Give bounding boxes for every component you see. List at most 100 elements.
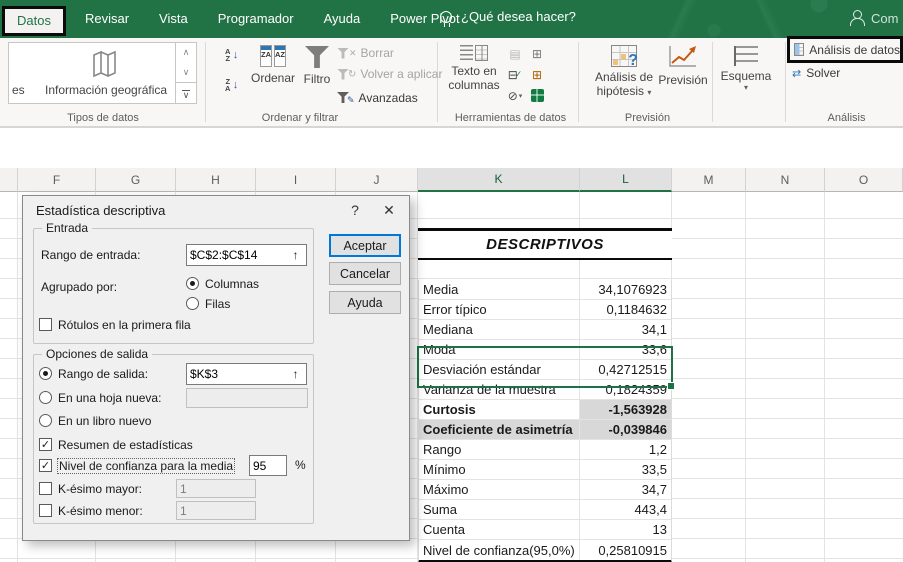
rows-radio-label[interactable]: Filas	[205, 297, 230, 311]
gallery-scroll-down-button[interactable]: ∨	[176, 63, 196, 83]
dialog-help-button[interactable]: ?	[346, 201, 364, 219]
stat-label: Mediana	[419, 320, 580, 339]
stat-row-6[interactable]: Curtosis -1,563928	[419, 400, 671, 420]
stat-row-5[interactable]: Varianza de la muestra 0,1824359	[419, 380, 671, 400]
text-to-columns-button[interactable]: Texto en columnas	[446, 43, 502, 92]
stat-label: Curtosis	[419, 400, 580, 419]
gallery-scrollbar: ∧ ∨ ∨	[175, 43, 196, 103]
new-workbook-radio[interactable]	[39, 414, 52, 427]
gridline	[17, 192, 18, 562]
tell-me-text[interactable]: ¿Qué desea hacer?	[461, 9, 576, 24]
consolidate-icon[interactable]: ⊞	[526, 64, 548, 85]
what-if-analysis-button[interactable]: ? Análisis de hipótesis ▾	[593, 43, 655, 98]
stat-row-11[interactable]: Suma 443,4	[419, 500, 671, 520]
column-header-O[interactable]: O	[825, 168, 903, 192]
solver-button[interactable]: ⇄ Solver	[792, 66, 840, 80]
gallery-more-button[interactable]: ∨	[176, 82, 196, 103]
cancel-button[interactable]: Cancelar	[329, 262, 401, 285]
summary-statistics-checkbox[interactable]: ✓	[39, 438, 52, 451]
person-plus-icon	[849, 10, 865, 26]
kth-smallest-checkbox[interactable]	[39, 504, 52, 517]
output-range-label[interactable]: Rango de salida:	[58, 367, 148, 381]
output-range-radio[interactable]	[39, 367, 52, 380]
clear-x-icon: ✕	[349, 47, 357, 58]
column-header-M[interactable]: M	[672, 168, 746, 192]
tab-ayuda[interactable]: Ayuda	[309, 0, 376, 38]
filter-button[interactable]: Filtro	[299, 43, 335, 86]
sort-dialog-icon: ZA AZ	[260, 45, 286, 67]
columns-radio-label[interactable]: Columnas	[205, 277, 259, 291]
tab-vista[interactable]: Vista	[144, 0, 203, 38]
input-range-picker-button[interactable]: ↑	[285, 244, 307, 266]
column-header-G[interactable]: G	[96, 168, 176, 192]
gallery-scroll-up-button[interactable]: ∧	[176, 43, 196, 63]
forecast-sheet-button[interactable]: Previsión	[656, 43, 710, 87]
data-model-icon[interactable]	[526, 85, 548, 106]
column-header-J[interactable]: J	[336, 168, 418, 192]
output-range-picker-button[interactable]: ↑	[285, 363, 307, 385]
stat-label: Varianza de la muestra	[419, 380, 580, 399]
column-header-K[interactable]: K	[418, 168, 580, 192]
input-range-field[interactable]	[186, 244, 286, 266]
tab-revisar[interactable]: Revisar	[70, 0, 144, 38]
pencil-icon: ✎	[347, 95, 355, 105]
gridline	[824, 192, 825, 562]
remove-duplicates-icon[interactable]: ⊞	[526, 43, 548, 64]
group-label-forecast: Previsión	[624, 112, 671, 124]
data-validation-icon[interactable]: ⊟ ✓	[504, 64, 526, 85]
geography-data-type[interactable]: es Información geográfica	[9, 43, 175, 103]
data-analysis-button[interactable]: Análisis de datos	[809, 43, 900, 57]
labels-first-row-label[interactable]: Rótulos en la primera fila	[58, 318, 191, 332]
output-range-field[interactable]	[186, 363, 286, 385]
new-workbook-label[interactable]: En un libro nuevo	[58, 414, 151, 428]
stat-row-0[interactable]: Media 34,1076923	[419, 280, 671, 300]
stat-row-8[interactable]: Rango 1,2	[419, 440, 671, 460]
sort-descending-button[interactable]: ZA ↓	[220, 74, 242, 96]
stat-row-2[interactable]: Mediana 34,1	[419, 320, 671, 340]
rows-radio[interactable]	[186, 297, 199, 310]
kth-largest-label[interactable]: K-ésimo mayor:	[58, 482, 142, 496]
confidence-level-checkbox[interactable]: ✓	[39, 459, 52, 472]
data-validation-dropdown[interactable]: ⊘ ▾	[504, 85, 526, 106]
kth-smallest-label[interactable]: K-ésimo menor:	[58, 504, 143, 518]
new-sheet-label[interactable]: En una hoja nueva:	[58, 391, 161, 405]
dialog-close-button[interactable]: ✕	[379, 200, 399, 220]
outline-button[interactable]: Esquema ▾	[718, 43, 774, 92]
ok-button[interactable]: Aceptar	[329, 234, 401, 257]
stat-row-4[interactable]: Desviación estándar 0,42712515	[419, 360, 671, 380]
stat-row-12[interactable]: Cuenta 13	[419, 520, 671, 540]
labels-first-row-checkbox[interactable]	[39, 318, 52, 331]
tab-programador[interactable]: Programador	[203, 0, 309, 38]
stat-row-1[interactable]: Error típico 0,1184632	[419, 300, 671, 320]
column-header-H[interactable]: H	[176, 168, 256, 192]
new-sheet-radio[interactable]	[39, 391, 52, 404]
help-button[interactable]: Ayuda	[329, 291, 401, 314]
column-header-I[interactable]: I	[256, 168, 336, 192]
excel-window: Datos Revisar Vista Programador Ayuda Power P…	[0, 0, 903, 562]
group-divider	[785, 42, 786, 122]
ribbon-tab-bar: Datos Revisar Vista Programador Ayuda Power P…	[0, 0, 903, 38]
sort-ascending-button[interactable]: AZ ↓	[220, 44, 242, 66]
kth-largest-checkbox[interactable]	[39, 482, 52, 495]
stat-row-9[interactable]: Mínimo 33,5	[419, 460, 671, 480]
confidence-level-label[interactable]: Nivel de confianza para la media	[57, 458, 236, 477]
column-header-L[interactable]: L	[580, 168, 672, 192]
columns-radio[interactable]	[186, 277, 199, 290]
advanced-filter-button[interactable]: ✎ Avanzadas	[337, 89, 418, 106]
stat-row-10[interactable]: Máximo 34,7	[419, 480, 671, 500]
stat-row-3[interactable]: Moda 33,6	[419, 340, 671, 360]
empty-row[interactable]	[418, 260, 672, 280]
tell-me-box[interactable]: ¿Qué desea hacer?	[440, 9, 576, 27]
table-title-cell[interactable]: DESCRIPTIVOS	[418, 228, 672, 260]
stat-row-7[interactable]: Coeficiente de asimetría -0,039846	[419, 420, 671, 440]
share-button[interactable]: Com	[849, 10, 903, 26]
stat-row-13[interactable]: Nivel de confianza(95,0%) 0,25810915	[419, 540, 671, 560]
gallery-partial-item[interactable]: es	[12, 83, 25, 97]
tab-datos[interactable]: Datos	[2, 5, 66, 36]
confidence-level-field[interactable]	[249, 455, 287, 476]
column-header-F[interactable]: F	[18, 168, 96, 192]
column-header-partial[interactable]	[0, 168, 18, 192]
sort-button[interactable]: ZA AZ Ordenar	[249, 43, 297, 85]
summary-statistics-label[interactable]: Resumen de estadísticas	[58, 438, 193, 452]
column-header-N[interactable]: N	[746, 168, 825, 192]
